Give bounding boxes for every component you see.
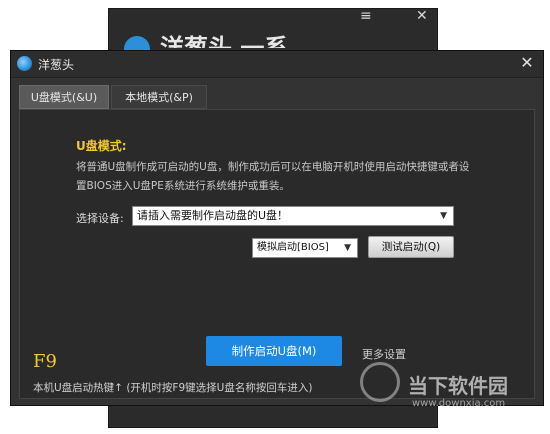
boot-mode-value: 模拟启动[BIOS] [257,242,329,253]
dropdown-arrow-icon: ▼ [440,211,447,221]
main-dialog: 洋葱头 ✕ U盘模式(&U) 本地模式(&P) U盘模式: 将普通U盘制作成可启… [10,50,544,406]
hotkey-label: F9 [33,351,57,372]
tab-usb-mode[interactable]: U盘模式(&U) [19,85,109,109]
make-boot-usb-button[interactable]: 制作启动U盘(M) [206,336,342,366]
dropdown-arrow-icon: ▼ [344,243,351,253]
app-logo-icon [17,56,32,71]
background-window-title: 洋葱头 一系禁 [160,34,289,48]
more-settings-link[interactable]: 更多设置 [362,346,406,362]
title-bar: 洋葱头 ✕ [11,51,543,78]
description-text: 将普通U盘制作成可启动的U盘，制作成功后可以在电脑开机时使用启动快捷键或者设置B… [76,161,470,192]
section-title: U盘模式: [76,139,127,153]
tab-local-mode[interactable]: 本地模式(&P) [111,85,207,109]
dialog-title: 洋葱头 [38,58,75,72]
usb-mode-panel: U盘模式: 将普通U盘制作成可启动的U盘，制作成功后可以在电脑开机时使用启动快捷… [19,109,535,399]
watermark-url: www.downxia.com [412,398,506,409]
watermark-logo-icon [360,362,400,402]
device-label: 选择设备: [76,212,124,225]
hotkey-hint: 本机U盘启动热键↑ (开机时按F9键选择U盘名称按回车进入) [33,382,313,394]
boot-mode-select[interactable]: 模拟启动[BIOS] ▼ [252,238,358,258]
device-select-value: 请插入需要制作启动盘的U盘！ [137,209,289,222]
device-select[interactable]: 请插入需要制作启动盘的U盘！ ▼ [132,206,454,226]
background-close-icon[interactable]: ✕ [416,8,428,24]
test-boot-button[interactable]: 测试启动(Q) [368,236,454,258]
close-icon[interactable]: ✕ [517,53,537,73]
menu-icon[interactable]: ≡ [360,8,372,24]
watermark-text: 当下软件园 [408,374,508,398]
